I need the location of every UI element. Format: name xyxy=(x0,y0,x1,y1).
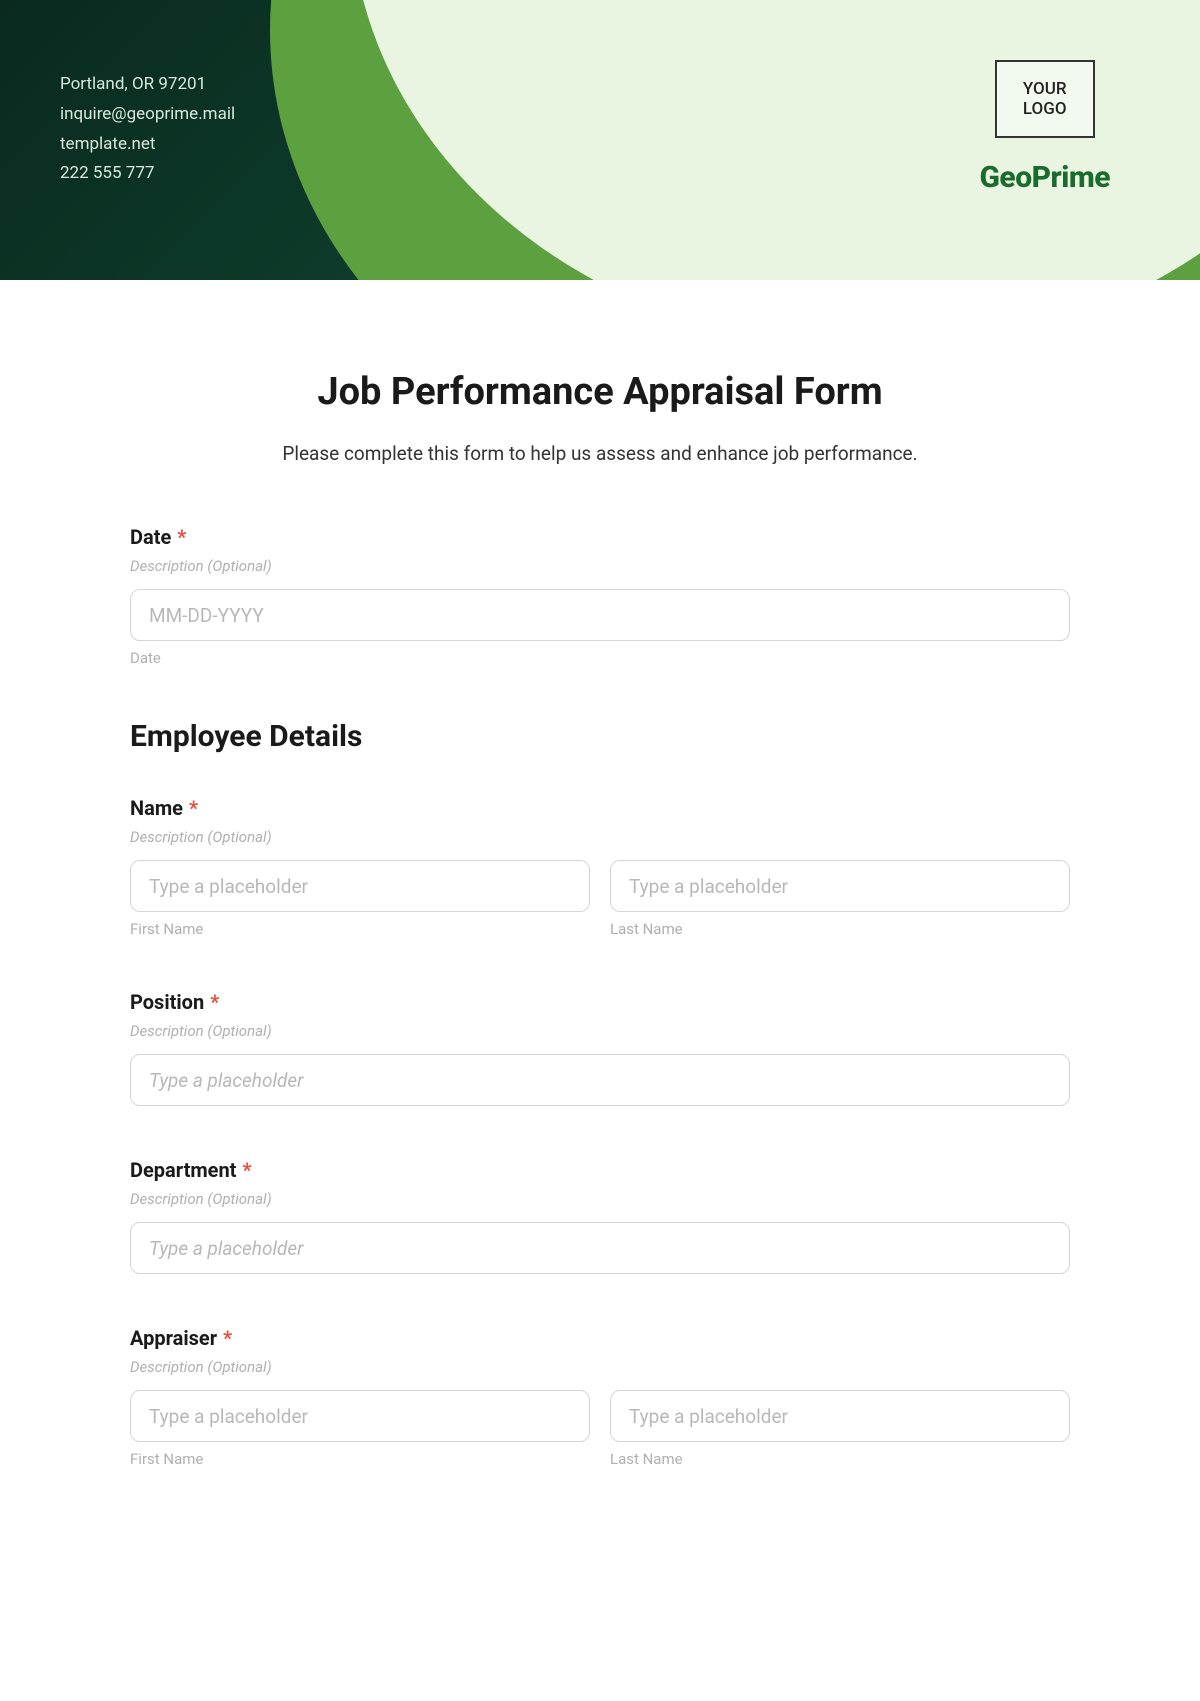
name-label: Name xyxy=(130,796,183,820)
form-title: Job Performance Appraisal Form xyxy=(130,370,1070,414)
field-position: Position * Description (Optional) xyxy=(130,990,1070,1106)
field-appraiser: Appraiser * Description (Optional) First… xyxy=(130,1326,1070,1468)
appraiser-description: Description (Optional) xyxy=(130,1358,1070,1376)
date-input[interactable] xyxy=(130,589,1070,641)
department-input[interactable] xyxy=(130,1222,1070,1274)
form-subtitle: Please complete this form to help us ass… xyxy=(130,442,1070,465)
required-mark: * xyxy=(189,796,198,820)
contact-address: Portland, OR 97201 xyxy=(60,70,235,100)
last-name-sublabel: Last Name xyxy=(610,920,1070,938)
section-employee-details: Employee Details xyxy=(130,719,1070,754)
position-input[interactable] xyxy=(130,1054,1070,1106)
required-mark: * xyxy=(223,1326,232,1350)
appraiser-last-name-sublabel: Last Name xyxy=(610,1450,1070,1468)
contact-email: inquire@geoprime.mail xyxy=(60,100,235,130)
last-name-input[interactable] xyxy=(610,860,1070,912)
position-label: Position xyxy=(130,990,204,1014)
department-description: Description (Optional) xyxy=(130,1190,1070,1208)
required-mark: * xyxy=(177,525,186,549)
logo-area: YOUR LOGO GeoPrime xyxy=(979,60,1110,195)
field-date: Date * Description (Optional) Date xyxy=(130,525,1070,667)
appraiser-first-name-sublabel: First Name xyxy=(130,1450,590,1468)
date-description: Description (Optional) xyxy=(130,557,1070,575)
department-label: Department xyxy=(130,1158,236,1182)
first-name-input[interactable] xyxy=(130,860,590,912)
first-name-sublabel: First Name xyxy=(130,920,590,938)
contact-phone: 222 555 777 xyxy=(60,159,235,189)
date-label: Date xyxy=(130,525,171,549)
name-description: Description (Optional) xyxy=(130,828,1070,846)
required-mark: * xyxy=(210,990,219,1014)
required-mark: * xyxy=(242,1158,251,1182)
position-description: Description (Optional) xyxy=(130,1022,1070,1040)
appraiser-last-name-input[interactable] xyxy=(610,1390,1070,1442)
header-banner: Portland, OR 97201 inquire@geoprime.mail… xyxy=(0,0,1200,280)
field-name: Name * Description (Optional) First Name… xyxy=(130,796,1070,938)
contact-website: template.net xyxy=(60,130,235,160)
logo-text-1: YOUR xyxy=(1023,79,1067,99)
brand-name: GeoPrime xyxy=(979,160,1110,195)
date-sublabel: Date xyxy=(130,649,1070,667)
appraiser-label: Appraiser xyxy=(130,1326,217,1350)
field-department: Department * Description (Optional) xyxy=(130,1158,1070,1274)
form-content: Job Performance Appraisal Form Please co… xyxy=(0,280,1200,1560)
logo-text-2: LOGO xyxy=(1023,99,1067,119)
contact-block: Portland, OR 97201 inquire@geoprime.mail… xyxy=(60,70,235,189)
logo-placeholder: YOUR LOGO xyxy=(995,60,1095,138)
appraiser-first-name-input[interactable] xyxy=(130,1390,590,1442)
